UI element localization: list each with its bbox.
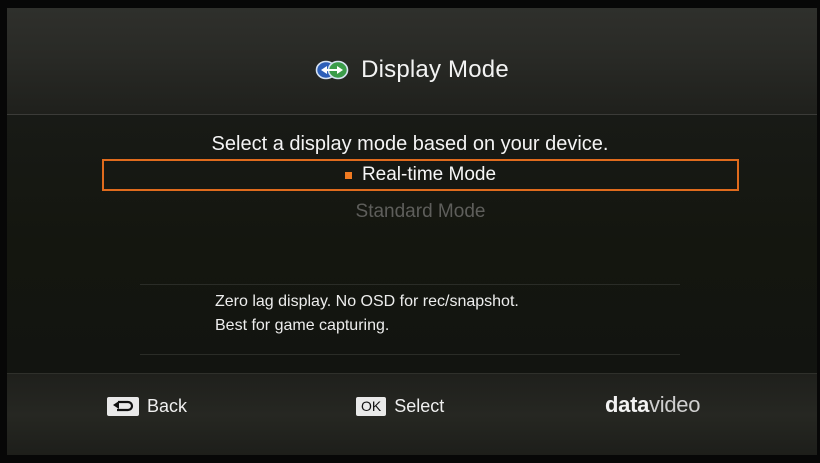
- page-title: Display Mode: [361, 56, 509, 83]
- display-mode-icon: [315, 60, 349, 80]
- option-label: Real-time Mode: [361, 164, 497, 185]
- divider-bottom: [140, 354, 680, 355]
- back-button[interactable]: Back: [107, 395, 187, 417]
- description-line: Best for game capturing.: [215, 317, 390, 334]
- brand-logo: datavideo: [605, 392, 700, 418]
- divider-top: [140, 284, 680, 285]
- back-label: Back: [147, 395, 188, 416]
- option-standard-mode[interactable]: Standard Mode: [102, 196, 739, 228]
- option-real-time-mode[interactable]: Real-time Mode: [102, 159, 739, 191]
- back-arrow-icon: [107, 396, 139, 416]
- brand-logo-bold: data: [605, 392, 650, 417]
- mode-description: Zero lag display. No OSD for rec/snapsho…: [215, 290, 695, 338]
- brand-logo-light: video: [649, 392, 701, 417]
- select-button[interactable]: OK Select: [356, 395, 444, 417]
- description-line: Zero lag display. No OSD for rec/snapsho…: [215, 293, 519, 310]
- select-label: Select: [394, 395, 445, 416]
- ok-key-icon: OK: [356, 396, 387, 416]
- option-label: Standard Mode: [355, 201, 486, 222]
- title-bar: Display Mode: [7, 56, 817, 84]
- instruction-text: Select a display mode based on your devi…: [211, 133, 609, 155]
- selection-bullet-icon: [344, 171, 352, 179]
